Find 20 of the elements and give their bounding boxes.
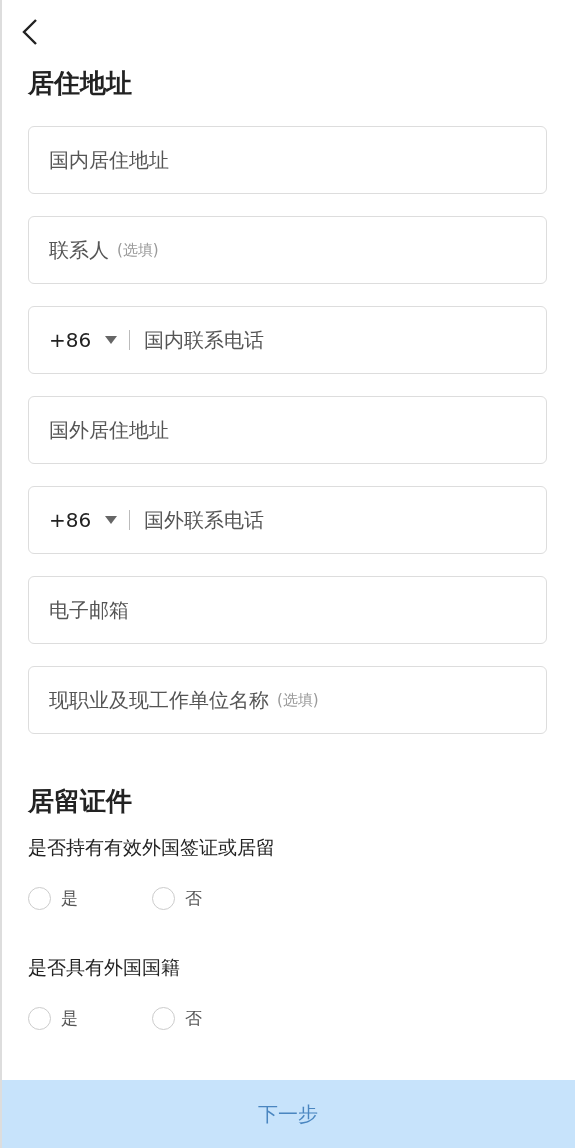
radio-option[interactable]: 否: [152, 1006, 276, 1030]
country-code-selector[interactable]: +86: [49, 328, 118, 352]
section-title: 居住地址: [28, 67, 133, 100]
radio-option[interactable]: 是: [28, 886, 152, 910]
country-code-selector[interactable]: +86: [49, 508, 118, 532]
input-field[interactable]: 电子邮箱: [28, 576, 547, 644]
radio-option[interactable]: 是: [28, 1006, 152, 1030]
question-label: 是否具有外国国籍: [28, 955, 181, 980]
phone-input[interactable]: 国内联系电话: [144, 326, 265, 354]
section-title: 居留证件: [28, 785, 133, 818]
input-field[interactable]: 联系人 (选填): [28, 216, 547, 284]
back-icon[interactable]: [22, 18, 38, 46]
input-field[interactable]: 国内居住地址: [28, 126, 547, 194]
input-field[interactable]: 国外居住地址: [28, 396, 547, 464]
phone-input[interactable]: 国外联系电话: [144, 506, 265, 534]
question-label: 是否持有有效外国签证或居留: [28, 835, 276, 860]
radio-option[interactable]: 否: [152, 886, 276, 910]
caret-icon: [105, 336, 118, 344]
input-field[interactable]: 现职业及现工作单位名称 (选填): [28, 666, 547, 734]
caret-icon: [105, 516, 118, 524]
